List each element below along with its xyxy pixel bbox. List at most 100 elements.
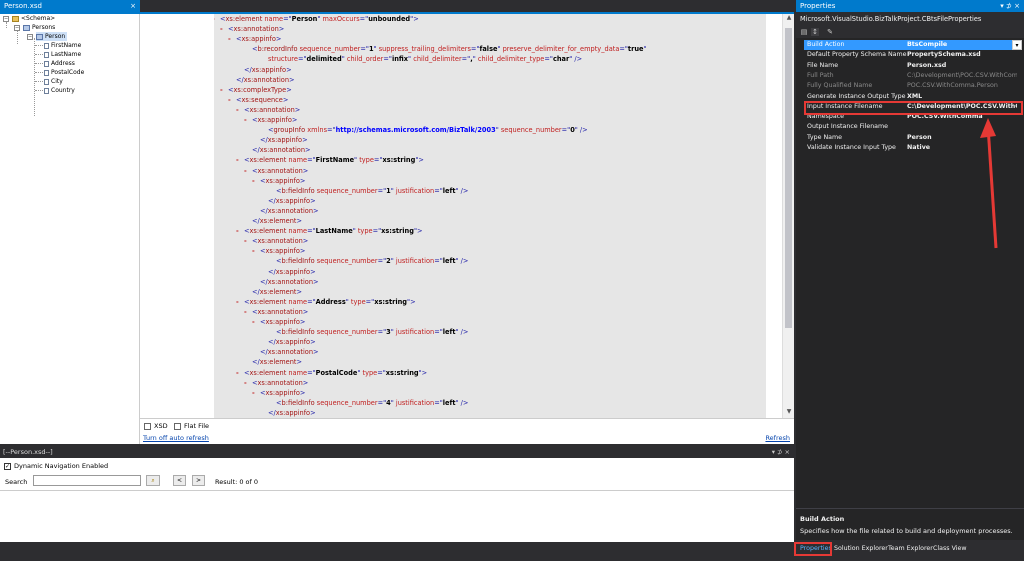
xml-collapse-toggle[interactable]: - [228, 95, 231, 105]
panel-controls-icon[interactable]: ▾ ⊅ × [1000, 2, 1020, 10]
xml-collapse-toggle[interactable]: - [244, 166, 247, 176]
xml-token: > [302, 136, 308, 145]
xml-collapse-toggle[interactable]: - [228, 34, 231, 44]
xml-collapse-toggle[interactable]: - [214, 14, 215, 24]
xml-collapse-toggle[interactable]: - [236, 297, 239, 307]
xml-collapse-toggle[interactable]: - [244, 307, 247, 317]
property-value[interactable]: BtsCompile [907, 40, 1017, 50]
tree-node-field[interactable]: Address [44, 59, 75, 68]
xml-code-view[interactable]: -<xs:element name="Person" maxOccurs="un… [214, 14, 766, 418]
xml-collapse-toggle[interactable]: - [236, 368, 239, 378]
property-name: Fully Qualified Name [807, 82, 873, 90]
tab-flat-file-label: Flat File [184, 422, 210, 430]
property-value[interactable]: POC.CSV.WithComma.Person [907, 81, 1017, 91]
property-value[interactable]: XML [907, 92, 1017, 102]
xml-token: xs:element [249, 227, 287, 236]
previous-result-button[interactable]: < [173, 475, 186, 486]
tree-node-field[interactable]: Country [44, 86, 75, 95]
tree-node-label: PostalCode [51, 69, 85, 76]
tab-team-explorer[interactable]: Team Explorer [888, 544, 933, 554]
tree-node-field[interactable]: PostalCode [44, 68, 84, 77]
refresh-link[interactable]: Refresh [765, 434, 790, 442]
xml-line-text: </xs:element> [252, 287, 302, 297]
build-action-dropdown-icon[interactable]: ▾ [1012, 40, 1022, 50]
property-value[interactable]: PropertySchema.xsd [907, 50, 1017, 60]
property-row[interactable]: Default Property Schema Name PropertySche… [804, 50, 1019, 60]
scroll-up-icon[interactable]: ▲ [783, 14, 795, 24]
xml-token: justification [393, 398, 435, 407]
alphabetical-icon[interactable]: ↕ [811, 28, 819, 36]
property-row[interactable]: Fully Qualified Name POC.CSV.WithComma.Pe… [804, 81, 1019, 91]
xml-editor[interactable]: -<xs:element name="Person" maxOccurs="un… [140, 14, 794, 418]
xml-collapse-toggle[interactable]: - [252, 246, 255, 256]
tree-collapse-toggle[interactable]: − [27, 34, 33, 40]
xml-line-text: <xs:element name="FirstName" type="xs:st… [244, 155, 424, 165]
xml-token: > [286, 65, 292, 74]
xml-collapse-toggle[interactable]: - [252, 388, 255, 398]
tab-flat-file[interactable]: Flat File [174, 420, 209, 432]
xml-token: xs:appinfo [265, 318, 300, 326]
tree-collapse-toggle[interactable]: − [3, 16, 9, 22]
xml-collapse-toggle[interactable]: - [236, 226, 239, 236]
xml-line-text: <b:fieldInfo sequence_number="2" justifi… [276, 256, 468, 266]
tree-node-schema[interactable]: <Schema> [12, 14, 55, 23]
tree-collapse-toggle[interactable]: − [14, 25, 20, 31]
xml-collapse-toggle[interactable]: - [244, 378, 247, 388]
xml-token: name [286, 156, 308, 165]
field-icon [44, 51, 49, 58]
xml-token: xs:appinfo [265, 247, 300, 256]
xml-line-text: <b:fieldInfo sequence_number="4" justifi… [276, 398, 468, 408]
dynamic-nav-checkbox[interactable]: ✓ Dynamic Navigation Enabled [4, 462, 108, 470]
xml-token: Address [315, 297, 346, 306]
xml-token: justification [393, 186, 435, 195]
field-icon [44, 42, 49, 49]
categorized-icon[interactable]: ▤ [800, 28, 808, 36]
xml-collapse-toggle[interactable]: - [220, 24, 223, 34]
scrollbar-thumb[interactable] [785, 28, 792, 328]
tree-node-person[interactable]: Person [36, 32, 68, 41]
property-row[interactable]: File Name Person.xsd [804, 61, 1019, 71]
xml-line-text: <xs:annotation> [228, 24, 284, 34]
xml-token: " /> [574, 126, 588, 135]
next-result-button[interactable]: > [192, 475, 205, 486]
xml-token: > [302, 378, 309, 387]
xml-line-text: <xs:annotation> [252, 307, 308, 317]
xml-token: type [348, 297, 366, 306]
xml-token: name [286, 368, 308, 377]
search-input[interactable] [33, 475, 141, 486]
xml-collapse-toggle[interactable]: - [244, 115, 247, 125]
tab-xsd[interactable]: XSD [144, 420, 168, 432]
panel-controls-icon[interactable]: ▾ ⊅ × [772, 448, 790, 456]
tree-node-field[interactable]: LastName [44, 50, 81, 59]
properties-object-selector[interactable]: Microsoft.VisualStudio.BizTalkProject.CB… [796, 12, 1024, 26]
search-label: Search [5, 478, 28, 486]
xml-collapse-toggle[interactable]: - [236, 155, 239, 165]
xml-token: "> [415, 156, 424, 165]
scroll-down-icon[interactable]: ▼ [783, 408, 795, 418]
xml-collapse-toggle[interactable]: - [244, 236, 247, 246]
document-tab-close-icon[interactable]: × [130, 2, 136, 10]
tab-solution-explorer[interactable]: Solution Explorer [834, 544, 888, 554]
xml-token: </ [268, 338, 276, 347]
xml-collapse-toggle[interactable]: - [252, 317, 255, 327]
xml-collapse-toggle[interactable]: - [252, 176, 255, 186]
editor-vertical-scrollbar[interactable]: ▲ ▼ [782, 14, 794, 418]
auto-refresh-link[interactable]: Turn off auto refresh [143, 434, 209, 442]
xml-collapse-toggle[interactable]: - [220, 85, 223, 95]
tree-node-persons[interactable]: Persons [23, 23, 55, 32]
checkmark-icon[interactable]: ✓ [4, 462, 11, 470]
document-tab[interactable]: Person.xsd × [0, 0, 140, 12]
tree-node-field[interactable]: City [44, 77, 63, 86]
property-value[interactable]: Person.xsd [907, 61, 1017, 71]
property-value[interactable]: C:\Development\POC.CSV.WithComma [907, 71, 1017, 81]
xml-line-text: <xs:element name="Person" maxOccurs="unb… [220, 14, 419, 24]
search-button[interactable]: ⌕ [146, 475, 160, 486]
xml-collapse-toggle[interactable]: - [236, 105, 239, 115]
property-row[interactable]: Full Path C:\Development\POC.CSV.WithComm… [804, 71, 1019, 81]
property-pages-icon[interactable]: ✎ [826, 28, 834, 36]
tree-connector [35, 45, 43, 46]
dynamic-nav-label: Dynamic Navigation Enabled [14, 462, 109, 470]
tree-node-field[interactable]: FirstName [44, 41, 81, 50]
property-row[interactable]: Build Action BtsCompile [804, 40, 1019, 51]
tab-class-view[interactable]: Class View [933, 544, 967, 554]
